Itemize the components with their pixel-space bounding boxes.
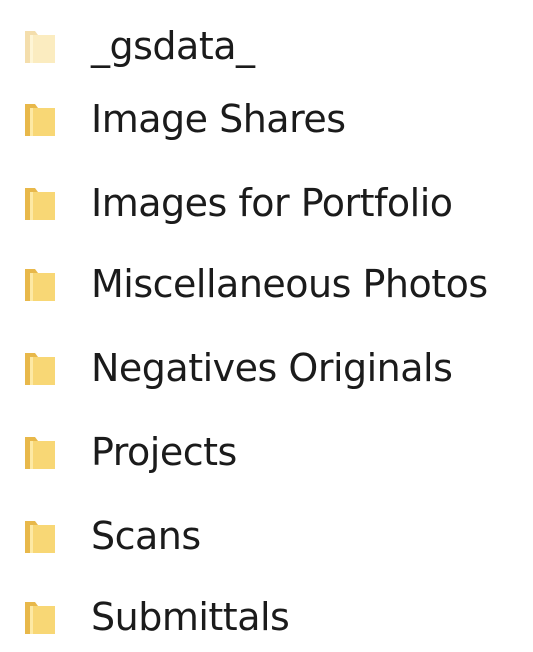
folder-label: Scans <box>91 514 201 558</box>
folder-row-scans[interactable]: Scans <box>0 501 533 571</box>
folder-label: Submittals <box>91 595 290 639</box>
folder-row-image-shares[interactable]: Image Shares <box>0 84 533 154</box>
folder-label: Projects <box>91 430 237 474</box>
folder-list: _gsdata_ Image Shares Images for Portfol… <box>0 0 533 646</box>
folder-icon <box>22 598 58 636</box>
folder-label: Image Shares <box>91 97 346 141</box>
folder-label: Images for Portfolio <box>91 181 453 225</box>
folder-icon <box>22 265 58 303</box>
folder-label: Negatives Originals <box>91 346 453 390</box>
folder-icon <box>22 184 58 222</box>
folder-row-gsdata[interactable]: _gsdata_ <box>0 11 533 81</box>
folder-label: _gsdata_ <box>91 24 255 68</box>
folder-icon <box>22 100 58 138</box>
folder-icon <box>22 349 58 387</box>
folder-row-images-for-portfolio[interactable]: Images for Portfolio <box>0 168 533 238</box>
folder-row-projects[interactable]: Projects <box>0 417 533 487</box>
folder-row-submittals[interactable]: Submittals <box>0 582 533 652</box>
folder-label: Miscellaneous Photos <box>91 262 488 306</box>
folder-icon <box>22 27 58 65</box>
folder-icon <box>22 517 58 555</box>
folder-row-negatives-originals[interactable]: Negatives Originals <box>0 333 533 403</box>
folder-icon <box>22 433 58 471</box>
folder-row-miscellaneous-photos[interactable]: Miscellaneous Photos <box>0 249 533 319</box>
